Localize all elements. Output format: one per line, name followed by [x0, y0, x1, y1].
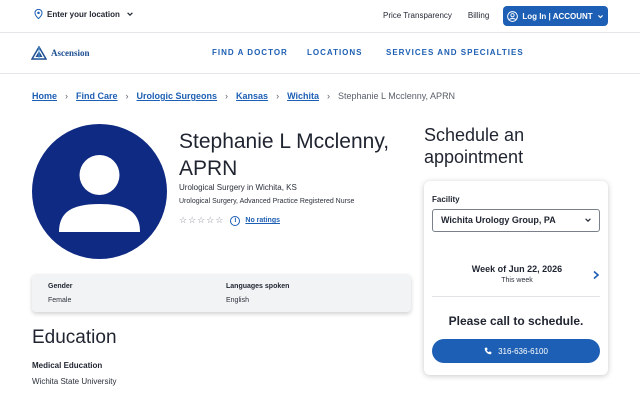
breadcrumb-urologic-surgeons[interactable]: Urologic Surgeons: [137, 91, 218, 101]
nav-locations[interactable]: LOCATIONS: [307, 48, 363, 57]
star-empty-icon: ☆: [197, 215, 206, 225]
star-empty-icon: ☆: [179, 215, 188, 225]
breadcrumb-separator-icon: ›: [327, 91, 330, 101]
breadcrumb: Home › Find Care › Urologic Surgeons › K…: [32, 91, 455, 101]
schedule-card: Facility Wichita Urology Group, PA Week …: [424, 181, 608, 375]
nav-services-and-specialties[interactable]: SERVICES AND SPECIALTIES: [386, 48, 524, 57]
schedule-heading: Schedule an appointment: [424, 124, 614, 168]
divider: [432, 296, 600, 297]
price-transparency-link[interactable]: Price Transparency: [383, 11, 452, 20]
chevron-down-icon: [597, 14, 603, 18]
person-placeholder-icon: [59, 155, 140, 232]
ascension-logo[interactable]: Ascension: [31, 46, 90, 60]
rating-summary: ☆ ☆ ☆ ☆ ☆ i No ratings: [179, 215, 280, 226]
star-empty-icon: ☆: [188, 215, 197, 225]
utility-bar: Enter your location Price Transparency B…: [0, 0, 640, 32]
star-empty-icon: ☆: [215, 215, 224, 225]
schedule-heading-line2: appointment: [424, 147, 524, 167]
provider-credentials: Urological Surgery, Advanced Practice Re…: [179, 198, 355, 205]
medical-education-label: Medical Education: [32, 361, 103, 370]
medical-education-value: Wichita State University: [32, 377, 117, 386]
location-selector[interactable]: Enter your location: [34, 9, 134, 19]
phone-icon: [484, 347, 492, 355]
no-ratings-link[interactable]: No ratings: [245, 217, 280, 224]
login-label: Log In | ACCOUNT: [522, 11, 593, 21]
phone-number: 316-636-6100: [498, 346, 548, 356]
breadcrumb-find-care[interactable]: Find Care: [76, 91, 118, 101]
location-label: Enter your location: [47, 9, 120, 19]
nav-find-a-doctor[interactable]: FIND A DOCTOR: [212, 48, 288, 57]
provider-details-card: Gender Female Languages spoken English: [32, 274, 411, 312]
week-sublabel: This week: [501, 277, 533, 284]
breadcrumb-kansas[interactable]: Kansas: [236, 91, 268, 101]
call-to-schedule-message: Please call to schedule.: [448, 314, 584, 328]
languages-label: Languages spoken: [226, 283, 290, 290]
brand-name: Ascension: [51, 48, 90, 58]
user-circle-icon: [507, 10, 519, 22]
location-pin-icon: [34, 9, 43, 19]
breadcrumb-separator-icon: ›: [125, 91, 129, 101]
ascension-logo-icon: [31, 46, 47, 60]
schedule-heading-line1: Schedule an: [424, 125, 525, 145]
provider-specialty-location: Urological Surgery in Wichita, KS: [179, 183, 297, 192]
facility-value: Wichita Urology Group, PA: [441, 215, 556, 225]
week-label: Week of Jun 22, 2026: [471, 264, 563, 274]
utility-links: Price Transparency Billing: [383, 11, 489, 20]
chevron-right-icon[interactable]: [592, 270, 600, 280]
breadcrumb-separator-icon: ›: [225, 91, 229, 101]
breadcrumb-separator-icon: ›: [276, 91, 280, 101]
login-account-button[interactable]: Log In | ACCOUNT: [503, 6, 608, 26]
facility-select[interactable]: Wichita Urology Group, PA: [432, 209, 600, 232]
provider-name-line1: Stephanie L Mcclenny,: [179, 130, 390, 153]
gender-value: Female: [48, 297, 72, 304]
avatar: [32, 124, 167, 259]
gender-label: Gender: [48, 283, 73, 290]
star-empty-icon: ☆: [206, 215, 215, 225]
main-navigation: Ascension FIND A DOCTOR LOCATIONS SERVIC…: [0, 32, 640, 74]
education-heading: Education: [32, 327, 117, 348]
provider-name-line2: APRN: [179, 157, 238, 180]
breadcrumb-wichita[interactable]: Wichita: [287, 91, 319, 101]
breadcrumb-separator-icon: ›: [65, 91, 69, 101]
phone-call-button[interactable]: 316-636-6100: [432, 339, 600, 363]
breadcrumb-home[interactable]: Home: [32, 91, 57, 101]
facility-label: Facility: [432, 195, 460, 204]
languages-value: English: [226, 297, 249, 304]
provider-name: Stephanie L Mcclenny, APRN: [179, 128, 409, 182]
chevron-down-icon: [585, 218, 591, 222]
info-icon[interactable]: i: [230, 215, 241, 226]
billing-link[interactable]: Billing: [468, 11, 489, 20]
chevron-down-icon: [127, 12, 133, 17]
breadcrumb-current: Stephanie L Mcclenny, APRN: [338, 91, 456, 101]
